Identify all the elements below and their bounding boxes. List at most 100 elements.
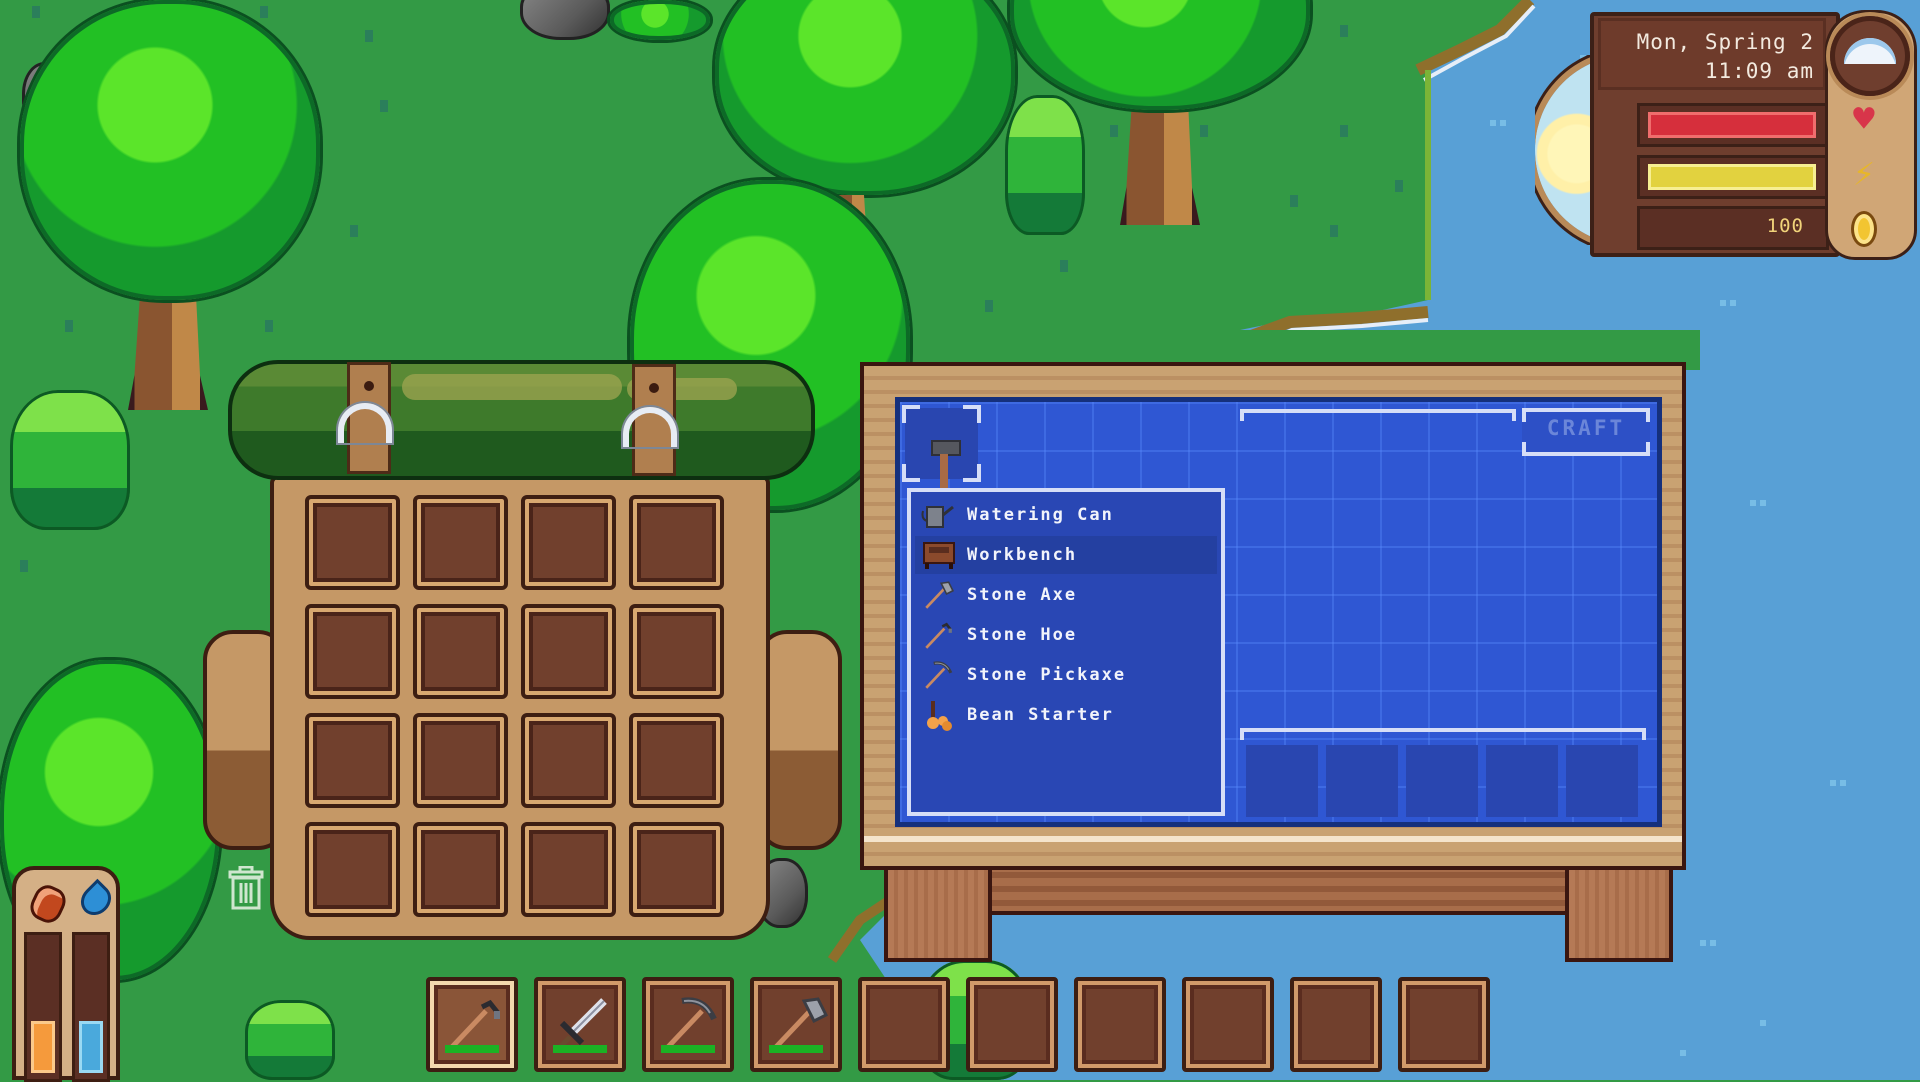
inventory-slot[interactable]: [305, 822, 400, 917]
hotbar-slot[interactable]: [1074, 977, 1166, 1072]
energy-bar-fill: [1648, 164, 1816, 190]
grass-tuft: [1340, 125, 1348, 137]
inventory-slot[interactable]: [413, 604, 508, 699]
recipe-label: Stone Hoe: [967, 625, 1078, 645]
sword-icon: [552, 993, 612, 1053]
water-sparkle: [1680, 1050, 1686, 1056]
ingredient-slot: [1486, 745, 1558, 817]
craft-button[interactable]: Craft: [1522, 408, 1650, 456]
grass-tuft: [985, 300, 993, 312]
inventory-slot[interactable]: [305, 495, 400, 590]
hotbar-slot[interactable]: [534, 977, 626, 1072]
recipe-label: Stone Axe: [967, 585, 1078, 605]
inventory-slot[interactable]: [413, 495, 508, 590]
durability-bar: [661, 1045, 715, 1053]
durability-bar: [553, 1045, 607, 1053]
date-time-box: Mon, Spring 2 11:09 am: [1598, 18, 1826, 90]
hotbar-slot[interactable]: [750, 977, 842, 1072]
hotbar-slot[interactable]: [1398, 977, 1490, 1072]
grass-tuft: [1060, 260, 1068, 272]
water-sparkle: [1580, 55, 1586, 61]
bush: [10, 390, 130, 530]
inventory-slot[interactable]: [521, 713, 616, 808]
hotbar-slot[interactable]: [1182, 977, 1274, 1072]
grass-tuft: [1290, 195, 1298, 207]
health-bar: [1637, 103, 1829, 147]
item-title-bracket: [1240, 409, 1516, 421]
recipe-item[interactable]: Workbench: [915, 536, 1217, 574]
tree-trunk: [1120, 100, 1200, 225]
needs-panel: [12, 866, 120, 1082]
inventory-slot[interactable]: [305, 604, 400, 699]
time-label: 11:09 am: [1704, 59, 1814, 83]
hunger-bar: [24, 932, 62, 1082]
inventory-slot[interactable]: [521, 495, 616, 590]
inventory-slot[interactable]: [413, 713, 508, 808]
recipe-item[interactable]: Stone Pickaxe: [915, 656, 1217, 694]
inventory-slot[interactable]: [521, 822, 616, 917]
date-label: Mon, Spring 2: [1636, 30, 1814, 54]
lightning-icon: ⚡: [1853, 153, 1875, 194]
water-sparkle: [1730, 300, 1736, 306]
hunger-bar-fill: [31, 1021, 55, 1073]
durability-bar: [445, 1045, 499, 1053]
meat-icon: [22, 874, 71, 928]
bean-starter-icon: [921, 699, 957, 731]
hoe-icon: [444, 993, 504, 1053]
thirst-bar: [72, 932, 110, 1082]
hotbar-slot-selected[interactable]: [426, 977, 518, 1072]
grass-tuft: [1200, 125, 1208, 137]
tree-canopy: [20, 0, 320, 300]
ingredient-slot: [1406, 745, 1478, 817]
recipe-item[interactable]: Stone Axe: [915, 576, 1217, 614]
inventory-slot[interactable]: [413, 822, 508, 917]
weather-indicator: [1830, 16, 1910, 96]
recipe-label: Workbench: [967, 545, 1078, 565]
bush: [245, 1000, 335, 1080]
grass-tuft: [32, 6, 40, 18]
bedroll: [228, 360, 815, 480]
inventory-slot[interactable]: [629, 495, 724, 590]
water-drop-icon: [70, 874, 118, 926]
grass-tuft: [1340, 25, 1348, 37]
grass-tuft: [365, 30, 373, 42]
recipe-item[interactable]: Watering Can: [915, 496, 1217, 534]
hotbar-slot[interactable]: [858, 977, 950, 1072]
inventory-slot[interactable]: [629, 604, 724, 699]
selected-item-preview: [902, 405, 981, 488]
trash-icon[interactable]: [226, 865, 266, 910]
watering-can-icon: [921, 499, 957, 531]
water-sparkle: [1750, 500, 1756, 506]
recipe-label: Bean Starter: [967, 705, 1114, 725]
health-bar-fill: [1648, 112, 1816, 138]
grass-tuft: [1110, 125, 1118, 137]
axe-icon: [768, 993, 829, 1053]
grass-tuft: [1395, 180, 1403, 192]
durability-bar: [769, 1045, 823, 1053]
recipe-item[interactable]: Stone Hoe: [915, 616, 1217, 654]
hotbar-slot[interactable]: [1290, 977, 1382, 1072]
water-sparkle: [1710, 940, 1716, 946]
inventory-slot[interactable]: [629, 713, 724, 808]
ingredient-slot: [1326, 745, 1398, 817]
inventory-slot[interactable]: [521, 604, 616, 699]
grass-tuft: [1330, 225, 1338, 237]
water-sparkle: [1720, 300, 1726, 306]
grass-tuft: [265, 320, 273, 332]
inventory-slot[interactable]: [629, 822, 724, 917]
inventory-slot[interactable]: [305, 713, 400, 808]
heart-icon: ♥: [1853, 99, 1875, 140]
grass-tuft: [20, 560, 28, 572]
recipe-label: Stone Pickaxe: [967, 665, 1127, 685]
hotbar-slot[interactable]: [966, 977, 1058, 1072]
hotbar-slot[interactable]: [642, 977, 734, 1072]
water-sparkle: [1760, 1020, 1766, 1026]
water-sparkle: [1840, 780, 1846, 786]
water-sparkle: [1490, 120, 1496, 126]
energy-bar: [1637, 155, 1829, 199]
gold-amount: 100: [1766, 215, 1804, 237]
water-sparkle: [1760, 500, 1766, 506]
recipe-list[interactable]: Watering Can Workbench Stone Axe Stone Hoe S…: [907, 488, 1225, 816]
ingredient-slot: [1246, 745, 1318, 817]
recipe-item[interactable]: Bean Starter: [915, 696, 1217, 734]
